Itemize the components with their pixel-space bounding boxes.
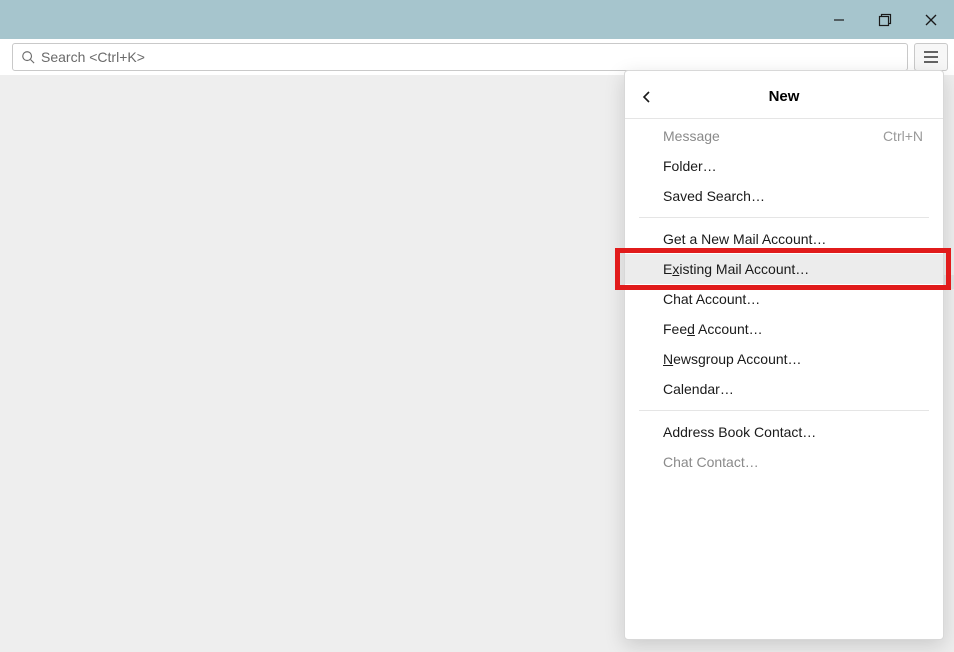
menu-item-newsgroup-account[interactable]: Newsgroup Account… [625, 344, 943, 374]
menu-item-folder[interactable]: Folder… [625, 151, 943, 181]
menu-back-button[interactable] [625, 75, 669, 119]
menu-item-calendar[interactable]: Calendar… [625, 374, 943, 404]
menu-item-label: Feed Account… [663, 321, 763, 337]
hamburger-button[interactable] [914, 43, 948, 71]
minimize-button[interactable] [816, 1, 862, 39]
menu-item-label: Existing Mail Account… [663, 261, 809, 277]
minimize-icon [833, 14, 845, 26]
search-icon [21, 50, 35, 64]
menu-separator [639, 410, 929, 411]
menu-item-address-book-contact[interactable]: Address Book Contact… [625, 417, 943, 447]
menu-item-get-new-mail-account[interactable]: Get a New Mail Account… [625, 224, 943, 254]
restore-icon [878, 13, 892, 27]
menu-title: New [625, 88, 943, 105]
menu-item-label: Saved Search… [663, 188, 765, 204]
chevron-left-icon [640, 90, 654, 104]
menu-item-label: Folder… [663, 158, 717, 174]
menu-separator [639, 217, 929, 218]
menu-item-label: Address Book Contact… [663, 424, 816, 440]
menu-header: New [625, 75, 943, 119]
search-field-wrap[interactable] [12, 43, 908, 71]
menu-item-message: Message Ctrl+N [625, 121, 943, 151]
menu-item-feed-account[interactable]: Feed Account… [625, 314, 943, 344]
menu-item-label: Newsgroup Account… [663, 351, 802, 367]
menu-item-label: Chat Contact… [663, 454, 759, 470]
hamburger-icon [923, 50, 939, 64]
close-icon [925, 14, 937, 26]
menu-item-shortcut: Ctrl+N [883, 128, 923, 144]
menu-item-chat-account[interactable]: Chat Account… [625, 284, 943, 314]
menu-item-label: Chat Account… [663, 291, 760, 307]
menu-item-label: Get a New Mail Account… [663, 231, 826, 247]
restore-button[interactable] [862, 1, 908, 39]
menu-item-label: Message [663, 128, 720, 144]
search-input[interactable] [41, 49, 899, 65]
menu-item-label: Calendar… [663, 381, 734, 397]
close-button[interactable] [908, 1, 954, 39]
menu-item-saved-search[interactable]: Saved Search… [625, 181, 943, 211]
window-titlebar [0, 0, 954, 39]
menu-item-existing-mail-account[interactable]: Existing Mail Account… [625, 254, 943, 284]
menu-body: Message Ctrl+N Folder… Saved Search… Get… [625, 119, 943, 479]
new-submenu: New Message Ctrl+N Folder… Saved Search…… [624, 70, 944, 640]
menu-item-chat-contact: Chat Contact… [625, 447, 943, 477]
